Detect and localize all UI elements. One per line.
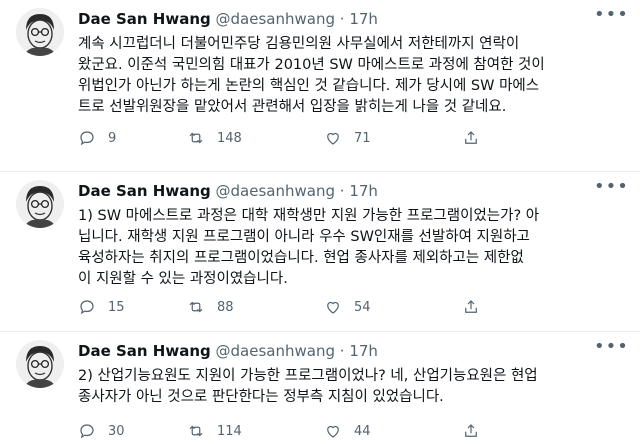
reply-icon — [80, 300, 94, 315]
share-button[interactable] — [462, 129, 480, 147]
tweet-text: 계속 시끄럽더니 더불어민주당 김용민의원 사무실에서 저한테까지 연락이 왔군… — [78, 36, 545, 115]
timestamp[interactable]: 17h — [349, 182, 378, 200]
like-button[interactable]: 71 — [324, 129, 462, 147]
display-name[interactable]: Dae San Hwang — [78, 342, 211, 360]
reply-count: 30 — [108, 423, 125, 439]
retweet-icon — [189, 132, 203, 144]
tweet-header: Dae San Hwang @daesanhwang · 17h — [78, 9, 378, 29]
tweet-actions: 9 148 71 — [78, 127, 480, 149]
reply-icon — [80, 424, 94, 439]
timestamp[interactable]: 17h — [349, 342, 378, 360]
tweet-header: Dae San Hwang @daesanhwang · 17h — [78, 341, 378, 361]
share-button[interactable] — [462, 298, 480, 316]
avatar[interactable] — [16, 180, 64, 228]
reply-button[interactable]: 9 — [78, 129, 187, 147]
retweet-count: 114 — [217, 423, 242, 439]
retweet-icon — [189, 425, 203, 437]
reply-button[interactable]: 30 — [78, 422, 187, 440]
separator-dot: · — [339, 10, 345, 28]
more-icon[interactable]: ••• — [594, 6, 628, 30]
share-button[interactable] — [462, 422, 480, 440]
reply-button[interactable]: 15 — [78, 298, 187, 316]
tweet-text: 2) 산업기능요원도 지원이 가능한 프로그램이었나? 네, 산업기능요원은 현… — [78, 368, 538, 405]
retweet-count: 88 — [217, 299, 234, 315]
display-name[interactable]: Dae San Hwang — [78, 10, 211, 28]
retweet-icon — [189, 301, 203, 313]
like-count: 71 — [354, 130, 371, 146]
timestamp[interactable]: 17h — [349, 10, 378, 28]
more-icon[interactable]: ••• — [594, 338, 628, 362]
avatar[interactable] — [16, 340, 64, 388]
like-icon — [327, 132, 339, 145]
retweet-button[interactable]: 114 — [187, 422, 324, 440]
like-icon — [327, 425, 339, 438]
reply-count: 9 — [108, 130, 117, 146]
like-count: 44 — [354, 423, 371, 439]
tweet-header: Dae San Hwang @daesanhwang · 17h — [78, 181, 378, 201]
tweet[interactable]: Dae San Hwang @daesanhwang · 17h ••• 1) … — [0, 172, 640, 332]
user-handle[interactable]: @daesanhwang — [216, 10, 335, 28]
retweet-count: 148 — [217, 130, 242, 146]
more-icon[interactable]: ••• — [594, 178, 628, 202]
retweet-button[interactable]: 88 — [187, 298, 324, 316]
tweet[interactable]: Dae San Hwang @daesanhwang · 17h ••• 계속 … — [0, 0, 640, 172]
separator-dot: · — [339, 182, 345, 200]
tweet[interactable]: Dae San Hwang @daesanhwang · 17h ••• 2) … — [0, 332, 640, 444]
tweet-thread: Dae San Hwang @daesanhwang · 17h ••• 계속 … — [0, 0, 640, 444]
display-name[interactable]: Dae San Hwang — [78, 182, 211, 200]
reply-count: 15 — [108, 299, 125, 315]
like-count: 54 — [354, 299, 371, 315]
tweet-text: 1) SW 마에스트로 과정은 대학 재학생만 지원 가능한 프로그램이었는가?… — [78, 208, 540, 287]
avatar[interactable] — [16, 8, 64, 56]
separator-dot: · — [339, 342, 345, 360]
reply-icon — [80, 131, 94, 146]
share-icon — [465, 131, 477, 144]
user-handle[interactable]: @daesanhwang — [216, 182, 335, 200]
user-handle[interactable]: @daesanhwang — [216, 342, 335, 360]
like-button[interactable]: 44 — [324, 422, 462, 440]
like-icon — [327, 301, 339, 314]
tweet-actions: 15 88 54 — [78, 296, 480, 318]
like-button[interactable]: 54 — [324, 298, 462, 316]
share-icon — [465, 300, 477, 313]
share-icon — [465, 424, 477, 437]
tweet-actions: 30 114 44 — [78, 420, 480, 442]
retweet-button[interactable]: 148 — [187, 129, 324, 147]
